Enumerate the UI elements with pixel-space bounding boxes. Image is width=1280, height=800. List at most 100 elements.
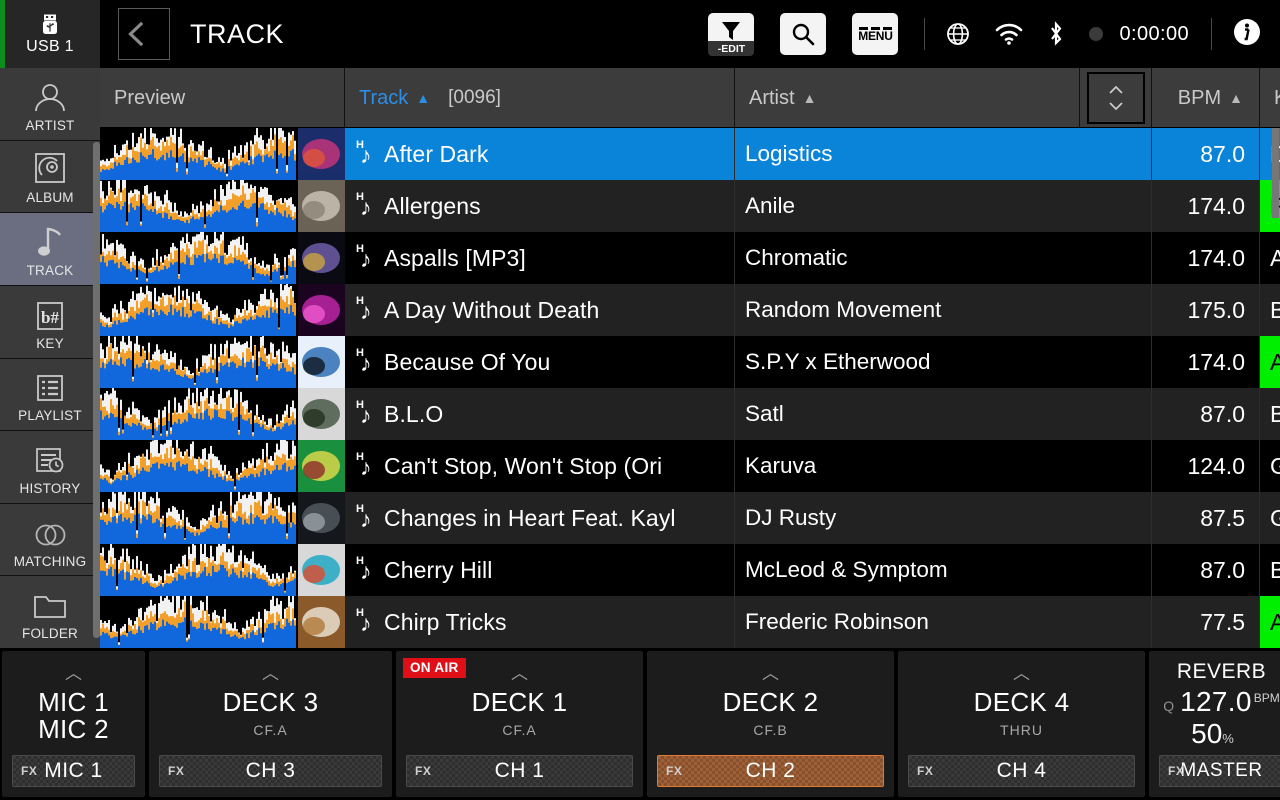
table-row[interactable]: H ♪ A Day Without Death Random Movement 175.… (100, 277, 1280, 336)
sidebar-item-album[interactable]: ALBUM (0, 140, 100, 214)
menu-button[interactable]: MENU (852, 13, 899, 55)
row-artist-cell[interactable]: Satl (735, 388, 1152, 440)
waveform-preview (100, 586, 296, 648)
chevron-up-icon[interactable]: ︿ (1013, 665, 1030, 683)
row-track-cell[interactable]: H ♪ Chirp Tricks (345, 596, 735, 648)
row-preview[interactable] (100, 433, 345, 492)
row-preview[interactable] (100, 277, 345, 336)
chevron-up-icon[interactable]: ︿ (65, 665, 82, 683)
sidebar-label: MATCHING (13, 553, 87, 569)
deck-panel-1[interactable]: ON AIR ︿ DECK 1 CF.A FX CH 1 (396, 651, 643, 797)
table-row[interactable]: H♪AllergensAnile174.0Fm (100, 169, 1280, 232)
chevron-up-icon[interactable]: ︿ (511, 665, 528, 683)
sidebar-item-key[interactable]: b# KEY (0, 285, 100, 359)
info-button[interactable] (1232, 17, 1262, 52)
search-button[interactable] (780, 13, 827, 55)
row-preview[interactable] (100, 586, 345, 648)
table-row[interactable]: H♪After DarkLogistics87.0Dbm (100, 128, 1280, 180)
deck-panel-4[interactable]: ︿ DECK 4 THRU FX CH 4 (898, 651, 1145, 797)
row-preview[interactable] (100, 380, 345, 440)
track-key: Ab (1270, 608, 1280, 635)
table-row[interactable]: H♪ B.L.O Satl 87.0 Bbm (100, 380, 1280, 440)
row-track-cell[interactable]: H ♪ After Dark (345, 128, 735, 180)
row-track-cell[interactable]: H ♪ Can't Stop, Won't Stop (Ori (345, 440, 735, 492)
track-artist: Logistics (745, 141, 833, 166)
row-key-cell: Bbm (1260, 388, 1280, 440)
fx-assign-deck3[interactable]: FX CH 3 (159, 755, 382, 787)
sidebar-item-track[interactable]: TRACK (0, 213, 100, 286)
row-track-cell[interactable]: H ♪ Cherry Hill (345, 544, 735, 596)
fx-assign-mic[interactable]: FX MIC 1 (12, 755, 135, 787)
row-artist-cell[interactable]: S.P.Y x Etherwood (735, 336, 1152, 388)
waveform-preview (100, 169, 296, 232)
row-key-cell: Gm (1260, 492, 1280, 544)
sort-direction-toggle[interactable] (1080, 68, 1152, 128)
table-row[interactable]: H♪ Chirp Tricks Frederic Robinson 77.5 Ab (100, 586, 1280, 648)
back-button[interactable] (118, 8, 170, 60)
fx-assign-deck2[interactable]: FX CH 2 (657, 755, 884, 787)
track-artist: S.P.Y x Etherwood (745, 349, 931, 374)
sidebar-item-matching[interactable]: MATCHING (0, 503, 100, 577)
row-artist-cell[interactable]: Random Movement (735, 284, 1152, 336)
row-artist-cell[interactable]: Frederic Robinson (735, 596, 1152, 648)
column-header-artist[interactable]: Artist ▲ (735, 68, 1080, 128)
column-header-bpm[interactable]: BPM ▲ (1152, 68, 1260, 128)
sidebar-scrollbar[interactable] (93, 142, 100, 638)
deck-panel-2[interactable]: ︿ DECK 2 CF.B FX CH 2 (647, 651, 894, 797)
deck-name: DECK 3 (222, 687, 319, 717)
row-preview[interactable] (100, 481, 345, 544)
deck-panel-mic[interactable]: ︿ MIC 1 MIC 2 FX MIC 1 (2, 651, 145, 797)
key-bsharp-icon: b# (33, 293, 67, 331)
fx-assign-deck1[interactable]: FX CH 1 (406, 755, 633, 787)
track-bpm: 87.5 (1200, 504, 1245, 531)
row-track-cell[interactable]: H ♪ Allergens (345, 180, 735, 232)
track-list-scrollbar[interactable] (1272, 128, 1279, 218)
bluetooth-icon (1051, 21, 1062, 46)
table-row[interactable]: H ♪ Changes in Heart Feat. Kayl DJ Rusty 87.… (100, 481, 1280, 544)
deck-panel-3[interactable]: ︿ DECK 3 CF.A FX CH 3 (149, 651, 392, 797)
sidebar-item-folder[interactable]: FOLDER (0, 576, 100, 648)
table-row[interactable]: H ♪ Can't Stop, Won't Stop (Ori Karuva 124.0… (100, 433, 1280, 492)
row-track-cell[interactable]: H ♪ B.L.O (345, 388, 735, 440)
fx-depth-unit: % (1222, 731, 1234, 746)
row-track-cell[interactable]: H ♪ Because Of You (345, 336, 735, 388)
fx-assign-master[interactable]: FX MASTER (1159, 755, 1280, 787)
row-preview[interactable] (100, 328, 345, 388)
row-preview[interactable] (100, 222, 345, 284)
table-row[interactable]: H♪ Because Of You S.P.Y x Etherwood 174.0 Ab (100, 328, 1280, 388)
track-bpm: 174.0 (1187, 348, 1245, 375)
row-preview[interactable] (100, 537, 345, 596)
deck-name: DECK 1 (471, 687, 568, 717)
column-header-track[interactable]: Track ▲ [0096] (345, 68, 735, 128)
sidebar-item-artist[interactable]: ARTIST (0, 68, 100, 141)
row-track-cell[interactable]: H ♪ Aspalls [MP3] (345, 232, 735, 284)
row-preview[interactable] (100, 169, 345, 232)
fx-assign-deck4[interactable]: FX CH 4 (908, 755, 1135, 787)
track-key: Am (1270, 244, 1280, 271)
sidebar-item-history[interactable]: HISTORY (0, 431, 100, 504)
table-row[interactable]: H ♪ Cherry Hill McLeod & Symptom 87.0 B (100, 537, 1280, 596)
row-artist-cell[interactable]: Chromatic (735, 232, 1152, 284)
wifi-status (995, 23, 1023, 45)
track-key: Bbm (1270, 400, 1280, 427)
sidebar-item-playlist[interactable]: PLAYLIST (0, 358, 100, 432)
chevron-up-icon[interactable]: ︿ (262, 665, 279, 683)
chevron-up-icon[interactable]: ︿ (762, 665, 779, 683)
track-bpm: 175.0 (1187, 296, 1245, 323)
column-header-preview[interactable]: Preview (100, 68, 345, 128)
filter-edit-button[interactable]: -EDIT (708, 13, 755, 56)
usb-source-tab[interactable]: USB 1 (0, 0, 100, 68)
row-preview[interactable] (100, 128, 345, 180)
row-artist-cell[interactable]: Logistics (735, 128, 1152, 180)
hot-cue-note-icon: H ♪ (356, 295, 372, 324)
fx-panel[interactable]: REVERB Q 127.0 BPM 50 % FX MASTER (1149, 651, 1280, 797)
row-artist-cell[interactable]: Karuva (735, 440, 1152, 492)
row-artist-cell[interactable]: DJ Rusty (735, 492, 1152, 544)
row-track-cell[interactable]: H ♪ Changes in Heart Feat. Kayl (345, 492, 735, 544)
table-row[interactable]: H♪ Aspalls [MP3] Chromatic 174.0 Am (100, 222, 1280, 284)
row-key-cell: Gm (1260, 440, 1280, 492)
row-track-cell[interactable]: H ♪ A Day Without Death (345, 284, 735, 336)
row-artist-cell[interactable]: McLeod & Symptom (735, 544, 1152, 596)
row-artist-cell[interactable]: Anile (735, 180, 1152, 232)
column-header-key[interactable]: Key ▲ (1260, 68, 1280, 128)
